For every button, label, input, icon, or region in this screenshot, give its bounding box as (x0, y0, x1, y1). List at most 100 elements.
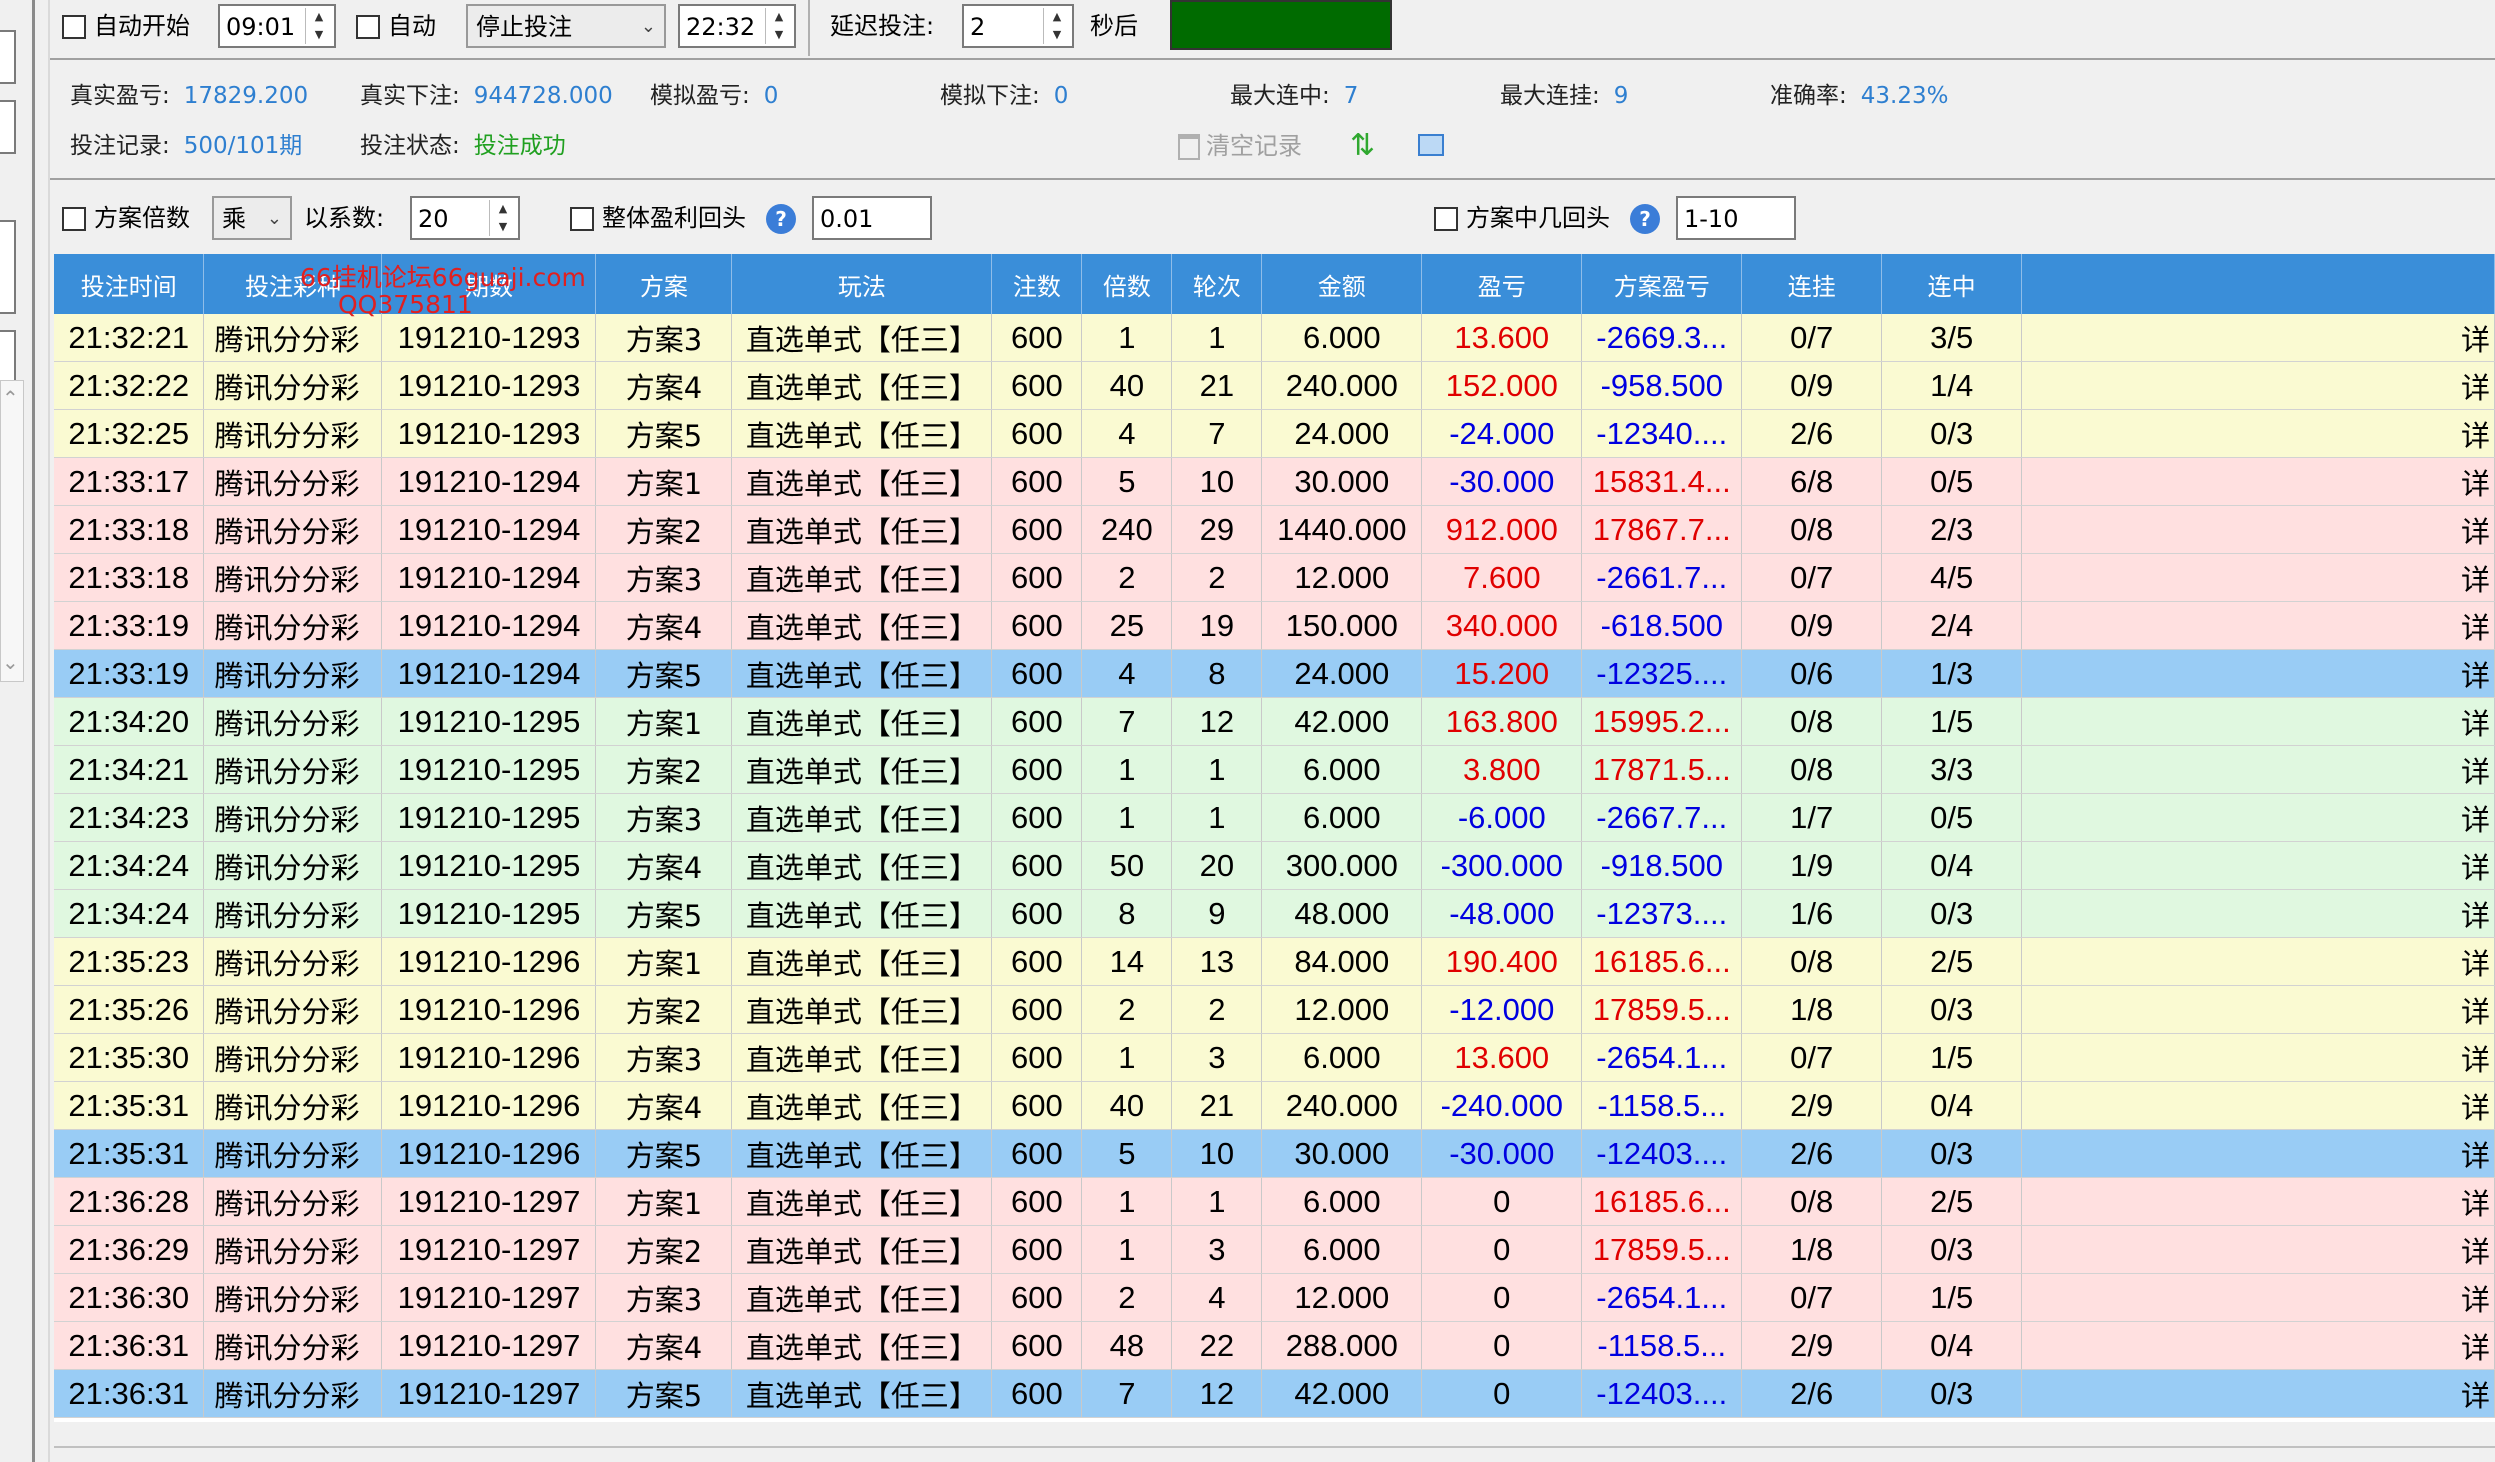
col-header-profit[interactable]: 盈亏 (1421, 254, 1583, 314)
window-icon[interactable] (1418, 130, 1444, 166)
cell-detail-link[interactable]: 详 (2021, 841, 2495, 890)
checkbox-box[interactable] (1434, 207, 1458, 231)
table-row[interactable]: 21:33:17 腾讯分分彩 191210-1294 方案1 直选单式【任三】 600 5 1… (54, 457, 2495, 506)
cell-detail-link[interactable]: 详 (2021, 937, 2495, 986)
time-spinner[interactable]: ▲ ▼ (305, 8, 332, 44)
clear-records-button[interactable]: 清空记录 (1178, 128, 1302, 164)
cell-detail-link[interactable]: 详 (2021, 889, 2495, 938)
table-row[interactable]: 21:36:31 腾讯分分彩 191210-1297 方案5 直选单式【任三】 600 7 1… (54, 1369, 2495, 1418)
plan-back-checkbox[interactable]: 方案中几回头 (1434, 196, 1610, 240)
table-row[interactable]: 21:36:31 腾讯分分彩 191210-1297 方案4 直选单式【任三】 600 48… (54, 1321, 2495, 1370)
col-header-lottery[interactable]: 投注彩种 (203, 254, 383, 314)
cell-detail-link[interactable]: 详 (2021, 314, 2495, 362)
cell-detail-link[interactable]: 详 (2021, 1081, 2495, 1130)
cell-detail-link[interactable]: 详 (2021, 985, 2495, 1034)
col-header-win-streak[interactable]: 连中 (1881, 254, 2023, 314)
table-row[interactable]: 21:33:18 腾讯分分彩 191210-1294 方案3 直选单式【任三】 600 2 2… (54, 553, 2495, 602)
mode-select-value: 停止投注 (476, 13, 572, 41)
table-row[interactable]: 21:35:30 腾讯分分彩 191210-1296 方案3 直选单式【任三】 600 1 3… (54, 1033, 2495, 1082)
auto-start-checkbox[interactable]: 自动开始 (62, 4, 190, 48)
table-row[interactable]: 21:34:20 腾讯分分彩 191210-1295 方案1 直选单式【任三】 600 7 1… (54, 697, 2495, 746)
delay-input[interactable]: 2 ▲ ▼ (962, 4, 1074, 48)
col-header-mult[interactable]: 倍数 (1081, 254, 1173, 314)
cell-round: 29 (1171, 505, 1263, 554)
sort-arrows-icon[interactable]: ⇅ (1350, 128, 1375, 164)
cell-detail-link[interactable]: 详 (2021, 1225, 2495, 1274)
multiplier-checkbox[interactable]: 方案倍数 (62, 196, 190, 240)
delay-spinner[interactable]: ▲ ▼ (1043, 8, 1070, 44)
col-header-amount[interactable]: 金额 (1261, 254, 1423, 314)
table-row[interactable]: 21:32:21 腾讯分分彩 191210-1293 方案3 直选单式【任三】 600 1 1… (54, 314, 2495, 362)
time-spinner[interactable]: ▲ ▼ (765, 8, 792, 44)
cell-detail-link[interactable]: 详 (2021, 649, 2495, 698)
cell-detail-link[interactable]: 详 (2021, 1033, 2495, 1082)
scroll-down-icon[interactable]: ⌄ (2, 650, 19, 674)
table-row[interactable]: 21:34:21 腾讯分分彩 191210-1295 方案2 直选单式【任三】 600 1 1… (54, 745, 2495, 794)
cell-detail-link[interactable]: 详 (2021, 457, 2495, 506)
table-row[interactable]: 21:33:18 腾讯分分彩 191210-1294 方案2 直选单式【任三】 600 24… (54, 505, 2495, 554)
splitter[interactable] (32, 0, 35, 1462)
checkbox-box[interactable] (570, 207, 594, 231)
col-header-lose-streak[interactable]: 连挂 (1741, 254, 1883, 314)
cell-detail-link[interactable]: 详 (2021, 697, 2495, 746)
multiplier-op-select[interactable]: 乘 ⌄ (212, 196, 292, 240)
left-scrollbar[interactable] (0, 380, 24, 682)
cell-win-streak: 1/5 (1881, 1273, 2023, 1322)
col-header-round[interactable]: 轮次 (1171, 254, 1263, 314)
table-row[interactable]: 21:34:24 腾讯分分彩 191210-1295 方案4 直选单式【任三】 600 50… (54, 841, 2495, 890)
plan-back-input[interactable]: 1-10 (1676, 196, 1796, 240)
table-row[interactable]: 21:32:22 腾讯分分彩 191210-1293 方案4 直选单式【任三】 600 40… (54, 361, 2495, 410)
cell-detail-link[interactable]: 详 (2021, 601, 2495, 650)
table-row[interactable]: 21:33:19 腾讯分分彩 191210-1294 方案5 直选单式【任三】 600 4 8… (54, 649, 2495, 698)
auto-start-time-input[interactable]: 09:01 ▲ ▼ (218, 4, 336, 48)
cell-period: 191210-1296 (381, 1129, 597, 1178)
scroll-up-icon[interactable]: ⌃ (2, 386, 19, 410)
cell-mult: 7 (1081, 697, 1173, 746)
cell-round: 2 (1171, 553, 1263, 602)
cell-detail-link[interactable]: 详 (2021, 1321, 2495, 1370)
col-header-period[interactable]: 期数 (381, 254, 597, 314)
table-row[interactable]: 21:35:23 腾讯分分彩 191210-1296 方案1 直选单式【任三】 600 14… (54, 937, 2495, 986)
cell-detail-link[interactable]: 详 (2021, 409, 2495, 458)
table-row[interactable]: 21:35:31 腾讯分分彩 191210-1296 方案4 直选单式【任三】 600 40… (54, 1081, 2495, 1130)
overall-profit-checkbox[interactable]: 整体盈利回头 (570, 196, 746, 240)
table-row[interactable]: 21:36:28 腾讯分分彩 191210-1297 方案1 直选单式【任三】 600 1 1… (54, 1177, 2495, 1226)
cell-detail-link[interactable]: 详 (2021, 1273, 2495, 1322)
col-header-plan[interactable]: 方案 (595, 254, 733, 314)
cell-detail-link[interactable]: 详 (2021, 1369, 2495, 1418)
cell-detail-link[interactable]: 详 (2021, 361, 2495, 410)
col-header-bets[interactable]: 注数 (991, 254, 1083, 314)
checkbox-box[interactable] (62, 207, 86, 231)
end-time-input[interactable]: 22:32 ▲ ▼ (678, 4, 796, 48)
checkbox-box[interactable] (356, 15, 380, 39)
coef-input[interactable]: 20 ▲ ▼ (410, 196, 520, 240)
table-row[interactable]: 21:33:19 腾讯分分彩 191210-1294 方案4 直选单式【任三】 600 25… (54, 601, 2495, 650)
cell-detail-link[interactable]: 详 (2021, 1177, 2495, 1226)
auto-checkbox[interactable]: 自动 (356, 4, 436, 48)
mode-select[interactable]: 停止投注 ⌄ (466, 4, 666, 48)
cell-mult: 25 (1081, 601, 1173, 650)
table-row[interactable]: 21:32:25 腾讯分分彩 191210-1293 方案5 直选单式【任三】 600 4 7… (54, 409, 2495, 458)
cell-plan-profit: 17859.5... (1581, 985, 1743, 1034)
table-row[interactable]: 21:34:23 腾讯分分彩 191210-1295 方案3 直选单式【任三】 600 1 1… (54, 793, 2495, 842)
table-row[interactable]: 21:35:31 腾讯分分彩 191210-1296 方案5 直选单式【任三】 600 5 1… (54, 1129, 2495, 1178)
cell-detail-link[interactable]: 详 (2021, 505, 2495, 554)
col-header-play[interactable]: 玩法 (731, 254, 993, 314)
cell-detail-link[interactable]: 详 (2021, 745, 2495, 794)
help-icon[interactable]: ? (766, 196, 796, 240)
table-row[interactable]: 21:35:26 腾讯分分彩 191210-1296 方案2 直选单式【任三】 600 2 2… (54, 985, 2495, 1034)
overall-profit-input[interactable]: 0.01 (812, 196, 932, 240)
cell-period: 191210-1295 (381, 889, 597, 938)
help-icon[interactable]: ? (1630, 196, 1660, 240)
cell-detail-link[interactable]: 详 (2021, 553, 2495, 602)
col-header-plan-profit[interactable]: 方案盈亏 (1581, 254, 1743, 314)
checkbox-box[interactable] (62, 15, 86, 39)
table-row[interactable]: 21:34:24 腾讯分分彩 191210-1295 方案5 直选单式【任三】 600 8 9… (54, 889, 2495, 938)
cell-plan: 方案5 (595, 1129, 733, 1178)
table-row[interactable]: 21:36:29 腾讯分分彩 191210-1297 方案2 直选单式【任三】 600 1 3… (54, 1225, 2495, 1274)
cell-detail-link[interactable]: 详 (2021, 793, 2495, 842)
cell-detail-link[interactable]: 详 (2021, 1129, 2495, 1178)
table-row[interactable]: 21:36:30 腾讯分分彩 191210-1297 方案3 直选单式【任三】 600 2 4… (54, 1273, 2495, 1322)
col-header-time[interactable]: 投注时间 (54, 254, 205, 314)
coef-spinner[interactable]: ▲ ▼ (489, 200, 516, 236)
